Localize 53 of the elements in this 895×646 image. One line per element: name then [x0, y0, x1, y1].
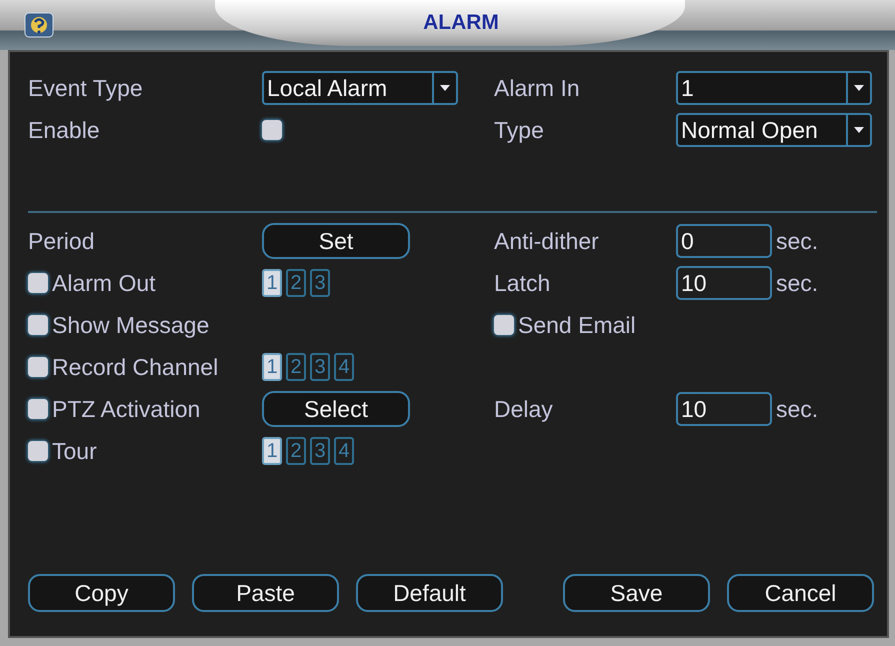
input-field[interactable]: 0: [676, 224, 772, 258]
input-field[interactable]: 10: [676, 266, 772, 300]
channel-toggle[interactable]: 1: [262, 269, 282, 297]
channel-toggle[interactable]: 3: [310, 353, 330, 381]
channel-toggle[interactable]: 3: [310, 269, 330, 297]
dropdown[interactable]: Normal Open: [676, 113, 872, 147]
checkbox[interactable]: [28, 399, 48, 419]
channel-toggle[interactable]: 2: [286, 437, 306, 465]
dropdown[interactable]: 1: [676, 71, 872, 105]
dropdown-arrow-icon: [440, 85, 450, 91]
channel-toggle[interactable]: 2: [286, 269, 306, 297]
checkbox-label: Record Channel: [52, 354, 218, 380]
checkbox[interactable]: [494, 315, 514, 335]
checkbox-label: Send Email: [518, 312, 636, 338]
checkbox[interactable]: [262, 120, 282, 140]
help-icon[interactable]: [24, 12, 54, 38]
unit-label: sec.: [776, 396, 818, 422]
field-label: Event Type: [28, 74, 143, 102]
channel-toggle[interactable]: 3: [310, 437, 330, 465]
checkbox-label: PTZ Activation: [52, 396, 200, 422]
button[interactable]: Default: [356, 574, 503, 612]
field-label: Delay: [494, 396, 553, 422]
dropdown[interactable]: Local Alarm: [262, 71, 458, 105]
field-label: Type: [494, 116, 544, 144]
channel-toggle[interactable]: 2: [286, 353, 306, 381]
button[interactable]: Set: [262, 223, 410, 259]
channel-toggle[interactable]: 1: [262, 353, 282, 381]
dropdown-arrow-icon: [854, 127, 864, 133]
window-title: ALARM: [423, 11, 499, 35]
button[interactable]: Save: [563, 574, 710, 612]
checkbox[interactable]: [28, 315, 48, 335]
channel-toggle[interactable]: 1: [262, 437, 282, 465]
checkbox-label: Show Message: [52, 312, 210, 338]
field-label: Anti-dither: [494, 228, 599, 254]
field-label: Enable: [28, 116, 100, 144]
button[interactable]: Cancel: [727, 574, 874, 612]
button[interactable]: Copy: [28, 574, 175, 612]
unit-label: sec.: [776, 228, 818, 254]
checkbox-label: Alarm Out: [52, 270, 156, 296]
field-label: Period: [28, 228, 94, 254]
button[interactable]: Paste: [192, 574, 339, 612]
channel-toggle[interactable]: 4: [334, 437, 354, 465]
button[interactable]: Select: [262, 391, 410, 427]
field-label: Latch: [494, 270, 550, 296]
checkbox-label: Tour: [52, 438, 97, 464]
field-label: Alarm In: [494, 74, 580, 102]
checkbox[interactable]: [28, 357, 48, 377]
checkbox[interactable]: [28, 273, 48, 293]
channel-toggle[interactable]: 4: [334, 353, 354, 381]
checkbox[interactable]: [28, 441, 48, 461]
input-field[interactable]: 10: [676, 392, 772, 426]
dropdown-arrow-icon: [854, 85, 864, 91]
unit-label: sec.: [776, 270, 818, 296]
